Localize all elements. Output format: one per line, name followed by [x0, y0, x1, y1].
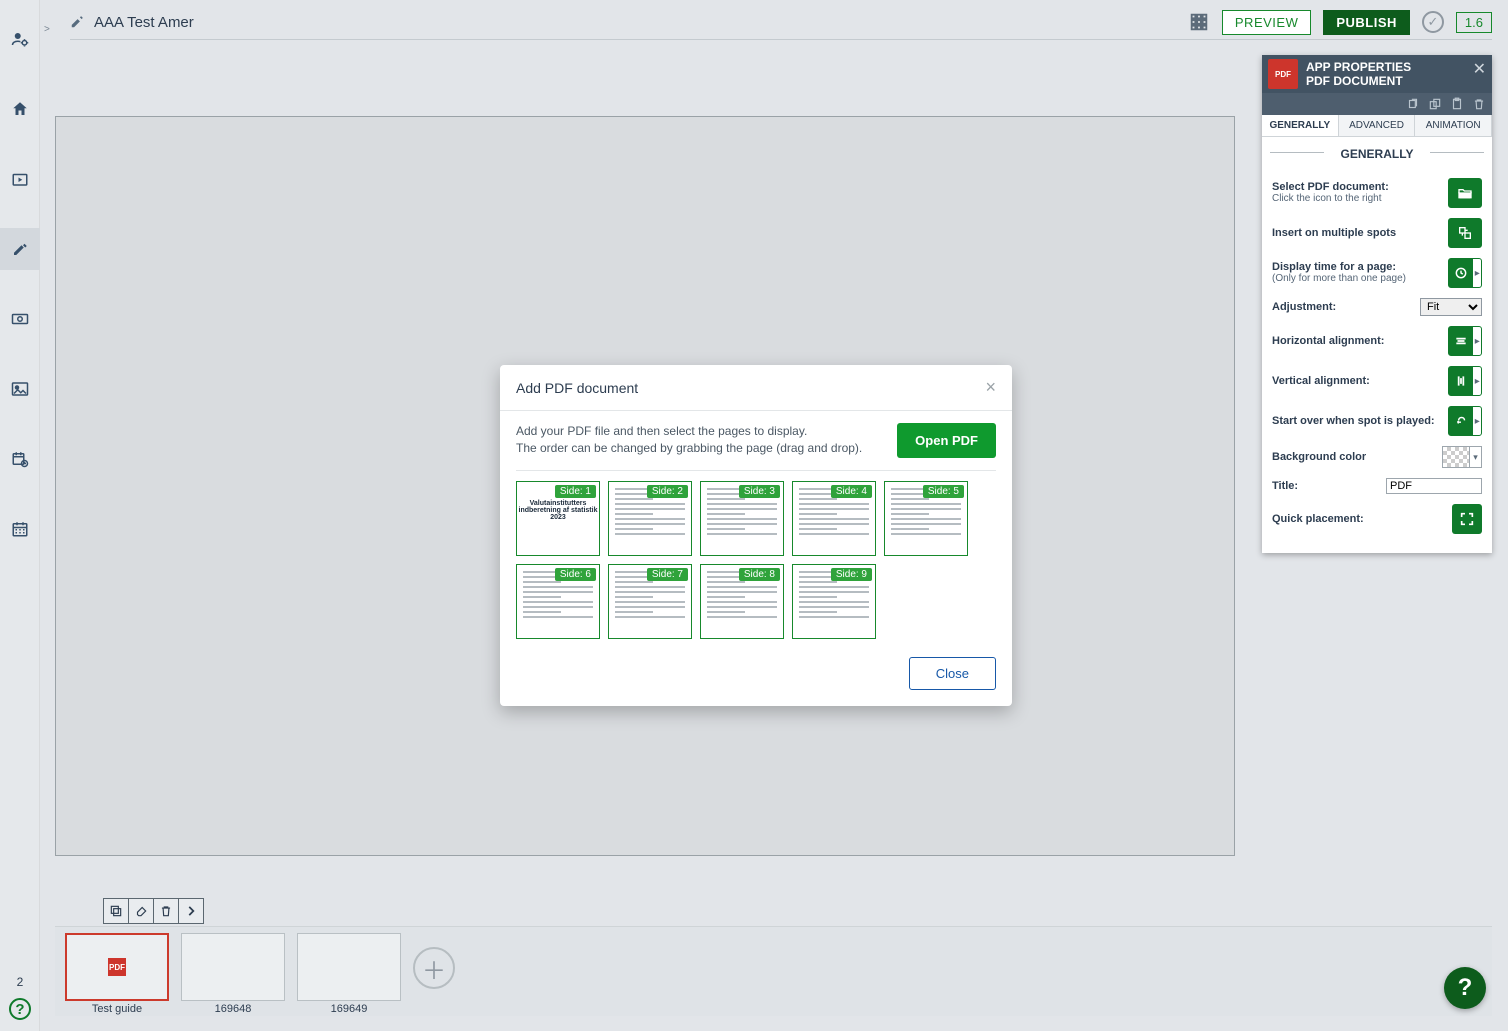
open-folder-icon[interactable] [1448, 178, 1482, 208]
slide-toolbar [103, 898, 204, 924]
money-icon[interactable] [0, 298, 40, 340]
slide-label: 169648 [215, 1003, 252, 1015]
start-over-button[interactable]: ▸ [1448, 406, 1482, 436]
pdf-icon: PDF [1268, 59, 1298, 89]
right-panel: PDF APP PROPERTIES PDF DOCUMENT ✕ GENERA… [1262, 55, 1492, 553]
trash-icon[interactable] [1472, 97, 1486, 111]
slide-thumb[interactable]: 169649 [297, 933, 401, 1015]
status-check-icon[interactable]: ✓ [1422, 11, 1444, 33]
close-modal-button[interactable]: Close [909, 657, 996, 690]
slides-strip: PDF Test guide 169648 169649 ＋ [55, 926, 1492, 1016]
duplicate-icon[interactable] [1428, 97, 1442, 111]
left-sidebar [0, 0, 40, 1031]
breadcrumb-arrow: > [44, 24, 50, 35]
image-icon[interactable] [0, 368, 40, 410]
open-pdf-button[interactable]: Open PDF [897, 423, 996, 458]
slide-thumb[interactable]: 169648 [181, 933, 285, 1015]
section-title: GENERALLY [1262, 137, 1492, 167]
close-modal-icon[interactable]: × [985, 377, 996, 398]
home-icon[interactable] [0, 88, 40, 130]
select-doc-label: Select PDF document: [1272, 181, 1389, 193]
title-label: Title: [1272, 480, 1298, 492]
quick-placement-label: Quick placement: [1272, 513, 1364, 525]
multiple-spots-label: Insert on multiple spots [1272, 227, 1396, 239]
pdf-page-thumb[interactable]: Side: 9 [792, 564, 876, 639]
grid-icon[interactable] [1188, 11, 1210, 33]
panel-title-line1: APP PROPERTIES [1306, 60, 1411, 74]
paste-icon[interactable] [1450, 97, 1464, 111]
slide-label: 169649 [331, 1003, 368, 1015]
v-align-button[interactable]: ▸ [1448, 366, 1482, 396]
slides-count-label: 2 [17, 975, 24, 989]
bg-color-picker[interactable]: ▾ [1442, 446, 1482, 468]
pdf-page-thumb[interactable]: Side: 7 [608, 564, 692, 639]
pdf-page-thumb[interactable]: Side: 8 [700, 564, 784, 639]
pdf-page-thumb[interactable]: Side: 2 [608, 481, 692, 556]
slide-thumb[interactable]: PDF Test guide [65, 933, 169, 1015]
pdf-page-thumb[interactable]: Valutainstitutters indberetning af stati… [516, 481, 600, 556]
multiple-spots-icon[interactable] [1448, 218, 1482, 248]
h-align-button[interactable]: ▸ [1448, 326, 1482, 356]
pdf-page-thumb[interactable]: Side: 6 [516, 564, 600, 639]
add-slide-button[interactable]: ＋ [413, 947, 455, 989]
users-settings-icon[interactable] [0, 18, 40, 60]
calendar-icon[interactable] [0, 508, 40, 550]
h-align-label: Horizontal alignment: [1272, 335, 1384, 347]
header-divider [70, 39, 1492, 40]
help-button[interactable]: ? [1444, 967, 1486, 1009]
document-title-edit[interactable]: AAA Test Amer [70, 14, 194, 31]
header: AAA Test Amer PREVIEW PUBLISH ✓ 1.6 [70, 9, 1492, 35]
right-panel-header: PDF APP PROPERTIES PDF DOCUMENT ✕ [1262, 55, 1492, 93]
display-time-label: Display time for a page: [1272, 261, 1396, 273]
start-over-label: Start over when spot is played: [1272, 415, 1435, 427]
pdf-page-thumb[interactable]: Side: 5 [884, 481, 968, 556]
modal-title: Add PDF document [516, 380, 638, 396]
modal-divider [516, 470, 996, 471]
slide-label: Test guide [92, 1003, 142, 1015]
pdf-page-grid: Valutainstitutters indberetning af stati… [516, 481, 996, 639]
tab-generally[interactable]: GENERALLY [1262, 115, 1339, 136]
document-title: AAA Test Amer [94, 14, 194, 31]
title-input[interactable] [1386, 478, 1482, 494]
erase-slide-icon[interactable] [128, 898, 154, 924]
duplicate-slide-icon[interactable] [103, 898, 129, 924]
next-slide-icon[interactable] [178, 898, 204, 924]
compose-icon[interactable] [0, 228, 40, 270]
adjustment-select[interactable]: Fit [1420, 298, 1482, 316]
close-panel-icon[interactable]: ✕ [1473, 59, 1486, 79]
publish-button[interactable]: PUBLISH [1323, 10, 1410, 35]
panel-title-line2: PDF DOCUMENT [1306, 74, 1411, 88]
v-align-label: Vertical alignment: [1272, 375, 1370, 387]
adjustment-label: Adjustment: [1272, 301, 1336, 313]
tab-animation[interactable]: ANIMATION [1415, 115, 1492, 136]
display-time-button[interactable]: ▸ [1448, 258, 1482, 288]
schedule-icon[interactable] [0, 438, 40, 480]
tab-advanced[interactable]: ADVANCED [1339, 115, 1416, 136]
panel-utility-bar [1262, 93, 1492, 115]
select-doc-hint: Click the icon to the right [1272, 193, 1389, 205]
preview-button[interactable]: PREVIEW [1222, 10, 1311, 35]
delete-slide-icon[interactable] [153, 898, 179, 924]
panel-tabs: GENERALLY ADVANCED ANIMATION [1262, 115, 1492, 137]
display-time-hint: (Only for more than one page) [1272, 273, 1406, 285]
copy-style-icon[interactable] [1406, 97, 1420, 111]
media-icon[interactable] [0, 158, 40, 200]
version-indicator[interactable]: 1.6 [1456, 12, 1492, 33]
bg-color-label: Background color [1272, 451, 1366, 463]
modal-instruction-2: The order can be changed by grabbing the… [516, 440, 885, 457]
modal-instruction-1: Add your PDF file and then select the pa… [516, 423, 885, 440]
pdf-icon: PDF [108, 958, 126, 976]
info-icon[interactable]: ? [9, 998, 31, 1020]
quick-placement-icon[interactable] [1452, 504, 1482, 534]
pdf-page-thumb[interactable]: Side: 3 [700, 481, 784, 556]
pdf-page-thumb[interactable]: Side: 4 [792, 481, 876, 556]
add-pdf-modal: Add PDF document × Add your PDF file and… [500, 365, 1012, 706]
